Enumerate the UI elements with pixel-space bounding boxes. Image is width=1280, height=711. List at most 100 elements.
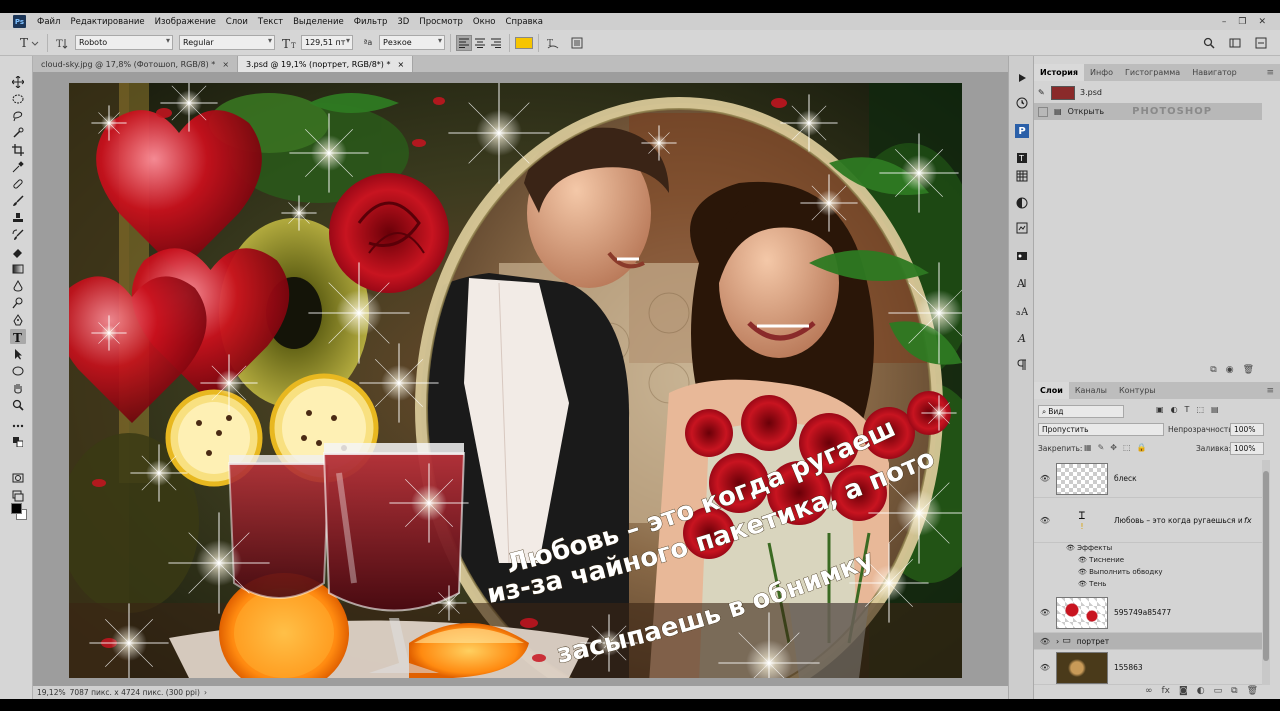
marquee-tool-icon[interactable] xyxy=(10,91,26,106)
menu-layers[interactable]: Слои xyxy=(221,17,253,27)
properties-icon[interactable] xyxy=(1015,249,1029,263)
filter-shape-icon[interactable]: ⬚ xyxy=(1196,405,1204,414)
tab-navigator[interactable]: Навигатор xyxy=(1186,64,1243,81)
share-icon[interactable] xyxy=(1252,34,1270,52)
lock-position-icon[interactable]: ✥ xyxy=(1110,443,1117,452)
eraser-tool-icon[interactable] xyxy=(10,244,26,259)
history-snapshot[interactable]: ✎ 3.psd xyxy=(1034,84,1262,101)
antialias-select[interactable]: Резкое xyxy=(379,35,445,50)
tab-channels[interactable]: Каналы xyxy=(1069,382,1113,399)
filter-smart-icon[interactable]: ▤ xyxy=(1211,405,1219,414)
brush-source-icon[interactable]: ✎ xyxy=(1038,88,1046,97)
layer-row-text[interactable]: 👁 Ꮖ ! Любовь – это когда ругаешься из-..… xyxy=(1034,499,1262,543)
zoom-tool-icon[interactable] xyxy=(10,397,26,412)
close-tab-icon[interactable]: × xyxy=(397,60,404,69)
menu-3d[interactable]: 3D xyxy=(392,17,414,27)
layers-scrollbar-thumb[interactable] xyxy=(1263,471,1269,661)
delete-state-icon[interactable]: 🗑 xyxy=(1243,365,1254,375)
libraries-icon[interactable] xyxy=(1015,221,1029,235)
layers-panel-menu-icon[interactable]: ≡ xyxy=(1266,386,1274,396)
character-styles-icon[interactable]: aA xyxy=(1015,304,1029,318)
visibility-eye-icon[interactable]: 👁 xyxy=(1034,474,1056,483)
layer-filter-select[interactable]: ⌕ Вид xyxy=(1038,405,1124,418)
menu-edit[interactable]: Редактирование xyxy=(65,17,149,27)
visibility-eye-icon[interactable]: 👁 xyxy=(1034,516,1056,525)
lock-artboard-icon[interactable]: ⬚ xyxy=(1123,443,1131,452)
history-step-checkbox[interactable] xyxy=(1038,106,1048,117)
visibility-eye-icon[interactable]: 👁 xyxy=(1034,608,1056,617)
restore-button[interactable]: ❐ xyxy=(1238,17,1246,27)
artwork-image[interactable]: Любовь – это когда ругаешься из-за чайно… xyxy=(69,83,962,678)
new-snapshot-icon[interactable]: ◉ xyxy=(1226,365,1234,375)
healing-brush-tool-icon[interactable] xyxy=(10,176,26,191)
crop-tool-icon[interactable] xyxy=(10,142,26,157)
font-style-select[interactable]: Regular xyxy=(179,35,275,50)
path-selection-tool-icon[interactable] xyxy=(10,346,26,361)
move-tool-icon[interactable] xyxy=(10,74,26,89)
eyedropper-tool-icon[interactable] xyxy=(10,159,26,174)
canvas-workspace[interactable]: Любовь – это когда ругаешься из-за чайно… xyxy=(33,72,1008,686)
screen-mode-icon[interactable] xyxy=(10,488,26,503)
menu-file[interactable]: Файл xyxy=(32,17,65,27)
character-panel-icon[interactable] xyxy=(568,34,586,52)
filter-type-icon[interactable]: T xyxy=(1185,405,1190,414)
effect-row[interactable]: 👁 Тиснение xyxy=(1078,556,1124,564)
font-family-select[interactable]: Roboto xyxy=(75,35,173,50)
lock-transparency-icon[interactable]: ▦ xyxy=(1084,443,1092,452)
document-canvas[interactable]: Любовь – это когда ругаешься из-за чайно… xyxy=(69,83,962,678)
layer-row-image[interactable]: 👁 595749a85477 xyxy=(1034,593,1262,633)
glyphs-icon[interactable]: A xyxy=(1015,331,1029,345)
align-center-button[interactable] xyxy=(472,35,488,51)
warp-text-icon[interactable]: T xyxy=(544,34,562,52)
brush-tool-icon[interactable] xyxy=(10,193,26,208)
play-action-icon[interactable] xyxy=(1015,71,1029,85)
quick-mask-icon[interactable] xyxy=(10,470,26,485)
foreground-color-swatch[interactable] xyxy=(11,503,22,514)
pen-tool-icon[interactable] xyxy=(10,312,26,327)
visibility-eye-icon[interactable]: 👁 xyxy=(1034,637,1056,646)
effect-eye-icon[interactable]: 👁 xyxy=(1066,544,1075,552)
lock-pixels-icon[interactable]: ✎ xyxy=(1098,443,1105,452)
fill-input[interactable]: 100% xyxy=(1230,442,1264,455)
history-icon[interactable] xyxy=(1015,96,1029,110)
type-tool-preset-icon[interactable]: T xyxy=(16,34,42,52)
blend-mode-select[interactable]: Пропустить xyxy=(1038,423,1164,436)
more-tools-icon[interactable] xyxy=(10,418,26,433)
history-brush-tool-icon[interactable] xyxy=(10,227,26,242)
p-plugin-icon[interactable]: P xyxy=(1015,124,1029,138)
effects-group[interactable]: 👁 Эффекты xyxy=(1066,544,1112,552)
lasso-tool-icon[interactable] xyxy=(10,108,26,123)
effect-eye-icon[interactable]: 👁 xyxy=(1078,556,1087,564)
tab-histogram[interactable]: Гистограмма xyxy=(1119,64,1186,81)
type-tool-icon[interactable]: T xyxy=(10,329,26,344)
paragraph-styles-icon[interactable]: A xyxy=(1015,276,1029,290)
link-layers-icon[interactable]: ∞ xyxy=(1145,686,1153,696)
filter-adjustment-icon[interactable]: ◐ xyxy=(1171,405,1178,414)
menu-filter[interactable]: Фильтр xyxy=(349,17,393,27)
close-button[interactable]: ✕ xyxy=(1258,17,1266,27)
menu-image[interactable]: Изображение xyxy=(150,17,221,27)
dodge-tool-icon[interactable] xyxy=(10,295,26,310)
tab-paths[interactable]: Контуры xyxy=(1113,382,1162,399)
layer-row-shine[interactable]: 👁 блеск xyxy=(1034,460,1262,498)
status-menu-arrow[interactable]: › xyxy=(204,688,207,697)
layer-row-group-portrait[interactable]: 👁 › ▭ портрет xyxy=(1034,633,1262,650)
tab-layers[interactable]: Слои xyxy=(1034,382,1069,399)
layer-row-background[interactable]: 👁 155863 xyxy=(1034,651,1262,685)
layer-style-icon[interactable]: fx xyxy=(1162,686,1171,696)
group-expand-icon[interactable]: › xyxy=(1056,637,1059,646)
new-layer-icon[interactable]: ⧉ xyxy=(1231,686,1237,696)
effect-row[interactable]: 👁 Тень xyxy=(1078,580,1106,588)
gradient-tool-icon[interactable] xyxy=(10,261,26,276)
effect-eye-icon[interactable]: 👁 xyxy=(1078,568,1087,576)
align-right-button[interactable] xyxy=(488,35,504,51)
menu-help[interactable]: Справка xyxy=(501,17,548,27)
paragraph-icon[interactable] xyxy=(1015,358,1029,372)
align-left-button[interactable] xyxy=(456,34,472,51)
swatches-icon[interactable] xyxy=(1015,169,1029,183)
search-icon[interactable] xyxy=(1200,34,1218,52)
menu-window[interactable]: Окно xyxy=(468,17,501,27)
tab-cloud-sky[interactable]: cloud-sky.jpg @ 17,8% (Фотошоп, RGB/8) *… xyxy=(33,56,239,72)
font-size-select[interactable]: 129,51 пт xyxy=(301,35,353,50)
tab-info[interactable]: Инфо xyxy=(1084,64,1119,81)
